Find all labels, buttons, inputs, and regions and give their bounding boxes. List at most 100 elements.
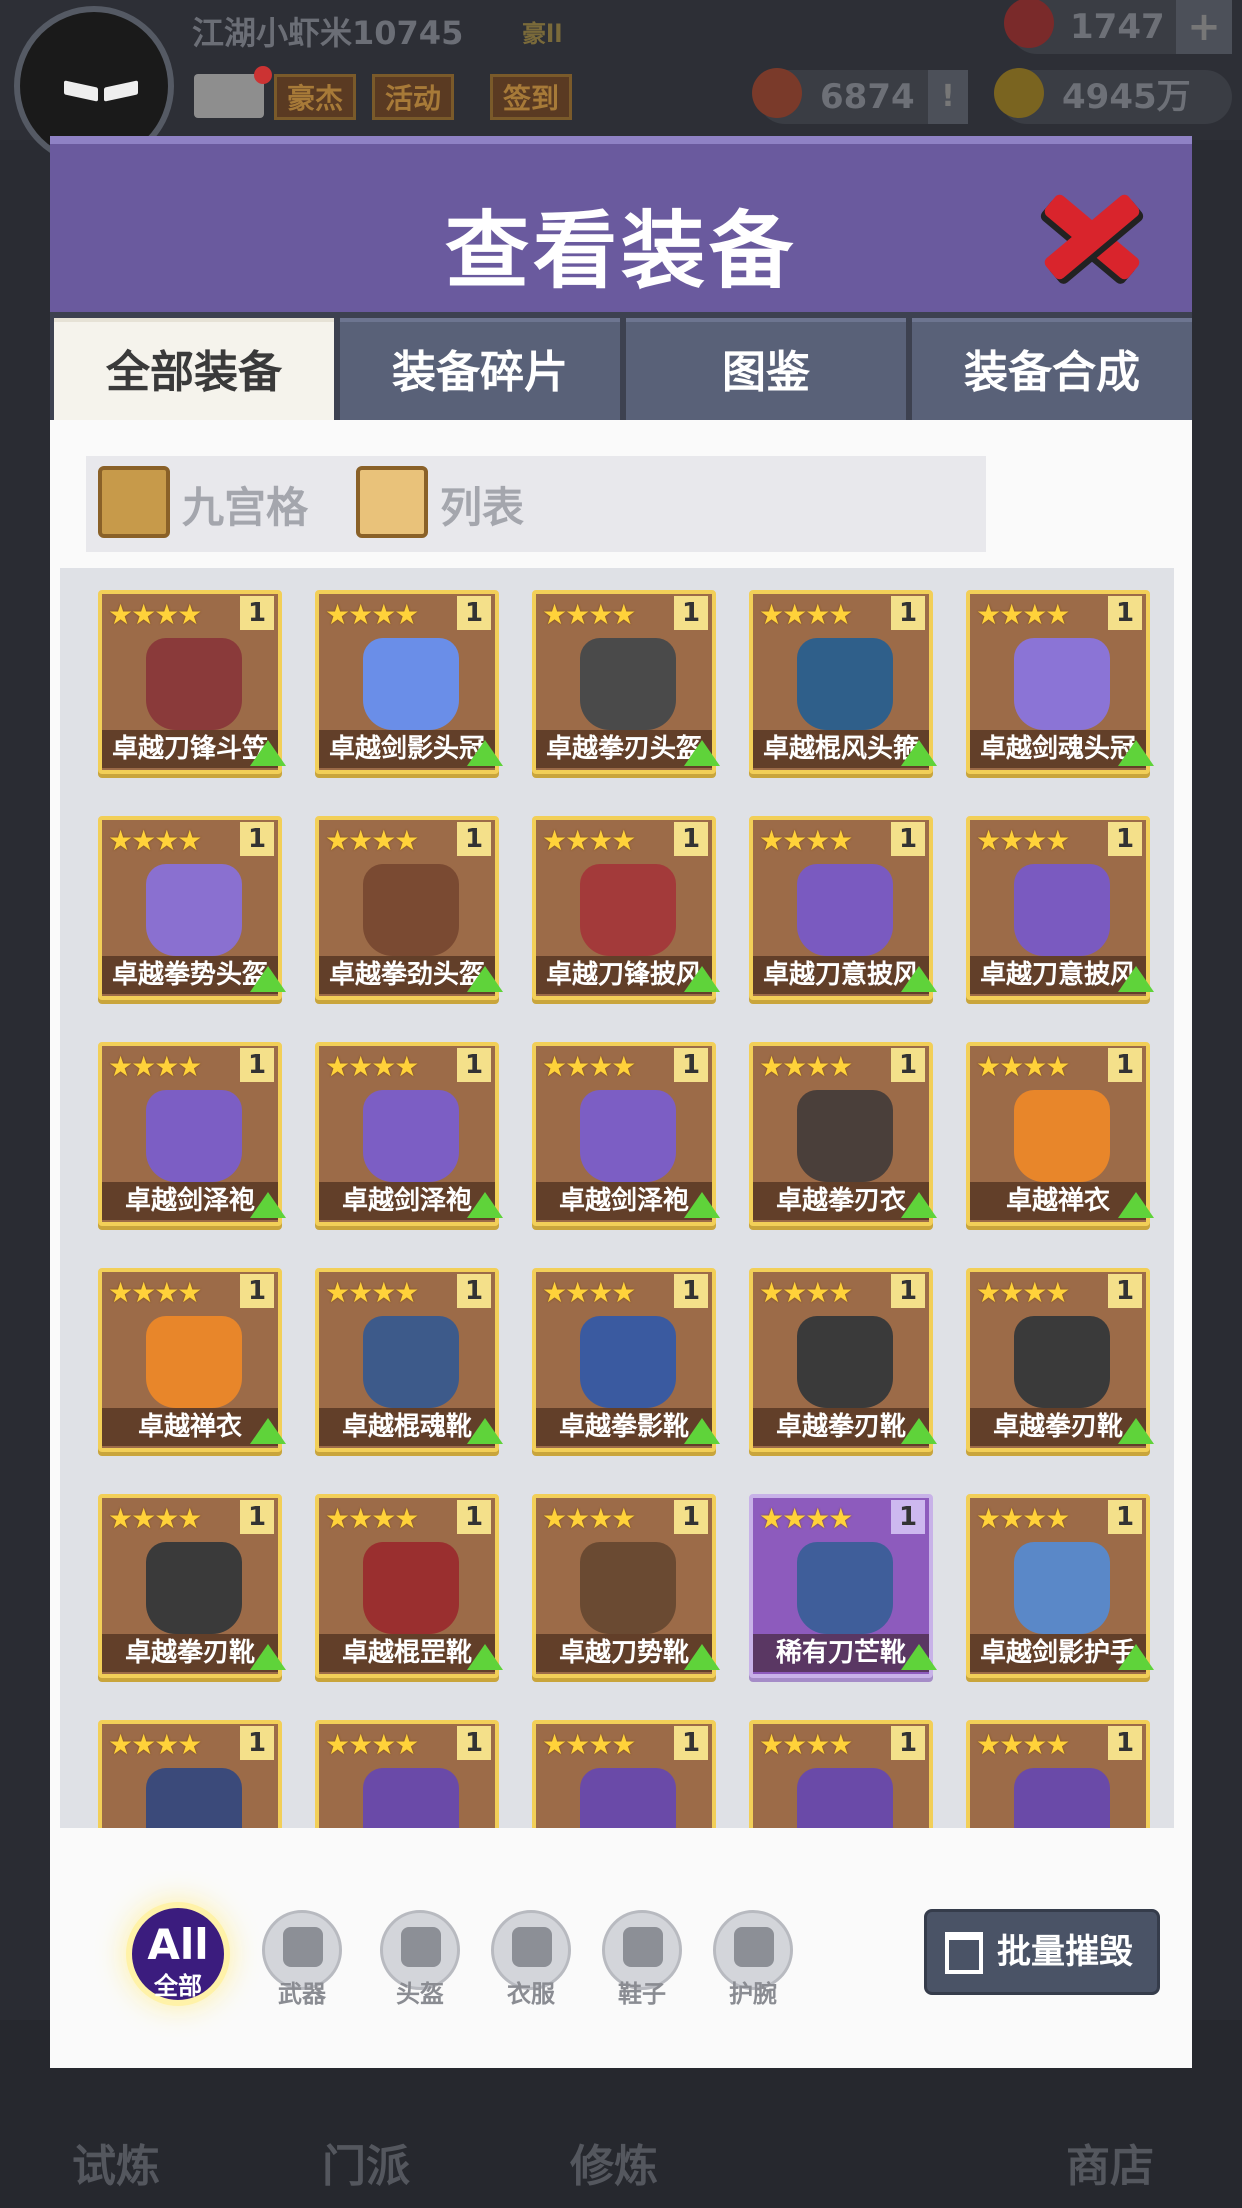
equipment-slot[interactable]: ★★★★ 1 卓越拳刃靴: [98, 1494, 286, 1678]
equipment-icon: [580, 1768, 676, 1828]
equipment-slot[interactable]: ★★★★ 1 卓越剑影护手: [966, 1494, 1154, 1678]
upgrade-arrow-icon: [250, 740, 286, 766]
equipment-slot[interactable]: ★★★★ 1 卓越拳刃头盔: [532, 590, 720, 774]
item-count: 1: [240, 1726, 274, 1760]
upgrade-arrow-icon: [467, 1192, 503, 1218]
star-rating: ★★★★: [976, 1276, 1070, 1309]
star-rating: ★★★★: [108, 1276, 202, 1309]
close-button[interactable]: [1042, 186, 1142, 282]
equipment-icon: [797, 1090, 893, 1182]
equipment-slot[interactable]: ★★★★ 1: [315, 1720, 499, 1828]
star-rating: ★★★★: [325, 1050, 419, 1083]
filter-bracer-label: 护腕: [729, 1980, 777, 2008]
upgrade-arrow-icon: [684, 740, 720, 766]
star-rating: ★★★★: [759, 1276, 853, 1309]
tab-equipment-fragments[interactable]: 装备碎片: [340, 318, 620, 420]
grid-view-label[interactable]: 九宫格: [182, 474, 308, 535]
equipment-slot[interactable]: ★★★★ 1 卓越拳劲头盔: [315, 816, 503, 1000]
star-rating: ★★★★: [542, 1502, 636, 1535]
equipment-slot[interactable]: ★★★★ 1 卓越棍罡靴: [315, 1494, 503, 1678]
checkin-button[interactable]: 签到: [490, 74, 573, 120]
gems-counter: 1747 +: [1004, 0, 1232, 54]
list-view-label[interactable]: 列表: [440, 474, 524, 535]
item-count: 1: [891, 1500, 925, 1534]
honor-value: 6874: [820, 77, 915, 117]
equipment-slot[interactable]: ★★★★ 1 卓越剑魂头冠: [966, 590, 1154, 774]
events-button[interactable]: 活动: [372, 74, 455, 120]
equipment-slot[interactable]: ★★★★ 1 卓越剑泽袍: [98, 1042, 286, 1226]
heroes-button[interactable]: 豪杰: [274, 74, 357, 120]
equipment-grid: ★★★★ 1 卓越刀锋斗笠 ★★★★ 1 卓越剑影头冠 ★★★★ 1 卓越拳刃头盔 ★★★★ 1 卓越…: [60, 568, 1174, 1828]
filter-all-button[interactable]: All 全部: [126, 1902, 230, 2006]
equipment-slot[interactable]: ★★★★ 1 卓越禅衣: [966, 1042, 1154, 1226]
equipment-slot[interactable]: ★★★★ 1 卓越刀意披风: [966, 816, 1154, 1000]
equipment-icon: [363, 638, 459, 730]
item-count: 1: [674, 822, 708, 856]
equipment-slot[interactable]: ★★★★ 1 卓越刀锋斗笠: [98, 590, 286, 774]
item-count: 1: [1108, 1274, 1142, 1308]
equipment-slot[interactable]: ★★★★ 1 卓越刀意披风: [749, 816, 937, 1000]
item-count: 1: [674, 1500, 708, 1534]
star-rating: ★★★★: [976, 824, 1070, 857]
boot-icon: [623, 1927, 663, 1967]
tab-equipment-synthesis[interactable]: 装备合成: [912, 318, 1192, 420]
filter-clothes-label: 衣服: [507, 1980, 555, 2008]
nav-shop[interactable]: 商店: [1066, 2130, 1154, 2194]
equipment-slot[interactable]: ★★★★ 1 卓越拳刃衣: [749, 1042, 937, 1226]
honor-info-button[interactable]: !: [928, 70, 968, 124]
equipment-slot[interactable]: ★★★★ 1 卓越棍风头箍: [749, 590, 937, 774]
equipment-icon: [363, 864, 459, 956]
equipment-slot[interactable]: ★★★★ 1 卓越棍魂靴: [315, 1268, 503, 1452]
equipment-slot[interactable]: ★★★★ 1 卓越拳影靴: [532, 1268, 720, 1452]
star-rating: ★★★★: [542, 1728, 636, 1761]
equipment-slot[interactable]: ★★★★ 1: [749, 1720, 933, 1828]
batch-destroy-button[interactable]: 批量摧毁: [924, 1909, 1160, 1995]
list-view-icon[interactable]: [356, 466, 428, 538]
equipment-icon: [580, 638, 676, 730]
equipment-icon: [1014, 1090, 1110, 1182]
equipment-slot[interactable]: ★★★★ 1: [966, 1720, 1150, 1828]
equipment-slot[interactable]: ★★★★ 1 卓越拳势头盔: [98, 816, 286, 1000]
equipment-slot[interactable]: ★★★★ 1 卓越剑影头冠: [315, 590, 503, 774]
grid-view-icon[interactable]: [98, 466, 170, 538]
equipment-icon: [146, 1090, 242, 1182]
equipment-slot[interactable]: ★★★★ 1 卓越刀锋披风: [532, 816, 720, 1000]
equipment-icon: [580, 1542, 676, 1634]
swords-icon: [283, 1927, 323, 1967]
equipment-slot[interactable]: ★★★★ 1 卓越拳刃靴: [749, 1268, 937, 1452]
tab-catalog[interactable]: 图鉴: [626, 318, 906, 420]
upgrade-arrow-icon: [250, 1418, 286, 1444]
mail-icon[interactable]: [194, 66, 272, 118]
equipment-slot[interactable]: ★★★★ 1 稀有刀芒靴: [749, 1494, 937, 1678]
item-count: 1: [891, 596, 925, 630]
upgrade-arrow-icon: [467, 966, 503, 992]
equipment-slot[interactable]: ★★★★ 1 卓越剑泽袍: [532, 1042, 720, 1226]
dialog-title: 查看装备: [444, 202, 797, 300]
add-gems-button[interactable]: +: [1176, 0, 1232, 54]
nav-sect[interactable]: 门派: [322, 2130, 410, 2194]
equipment-slot[interactable]: ★★★★ 1: [98, 1720, 282, 1828]
star-rating: ★★★★: [108, 1502, 202, 1535]
star-rating: ★★★★: [976, 1728, 1070, 1761]
nav-trial[interactable]: 试炼: [72, 2130, 160, 2194]
item-count: 1: [457, 596, 491, 630]
gold-value: 4945万: [1062, 77, 1191, 117]
upgrade-arrow-icon: [250, 1644, 286, 1670]
equipment-slot[interactable]: ★★★★ 1 卓越剑泽袍: [315, 1042, 503, 1226]
star-rating: ★★★★: [542, 824, 636, 857]
equipment-slot[interactable]: ★★★★ 1 卓越禅衣: [98, 1268, 286, 1452]
equipment-slot[interactable]: ★★★★ 1: [532, 1720, 716, 1828]
nav-cultivate[interactable]: 修炼: [570, 2130, 658, 2194]
equipment-slot[interactable]: ★★★★ 1 卓越拳刃靴: [966, 1268, 1154, 1452]
star-rating: ★★★★: [108, 598, 202, 631]
equipment-dialog: 查看装备 全部装备 装备碎片 图鉴 装备合成 九宫格 列表 ★★★★ 1 卓越刀锋斗…: [50, 136, 1192, 2068]
equipment-icon: [146, 864, 242, 956]
star-rating: ★★★★: [542, 1050, 636, 1083]
tab-all-equipment[interactable]: 全部装备: [54, 318, 334, 420]
equipment-icon: [580, 1316, 676, 1408]
upgrade-arrow-icon: [1118, 1192, 1154, 1218]
star-rating: ★★★★: [976, 598, 1070, 631]
item-count: 1: [674, 1274, 708, 1308]
star-rating: ★★★★: [542, 598, 636, 631]
equipment-slot[interactable]: ★★★★ 1 卓越刀势靴: [532, 1494, 720, 1678]
